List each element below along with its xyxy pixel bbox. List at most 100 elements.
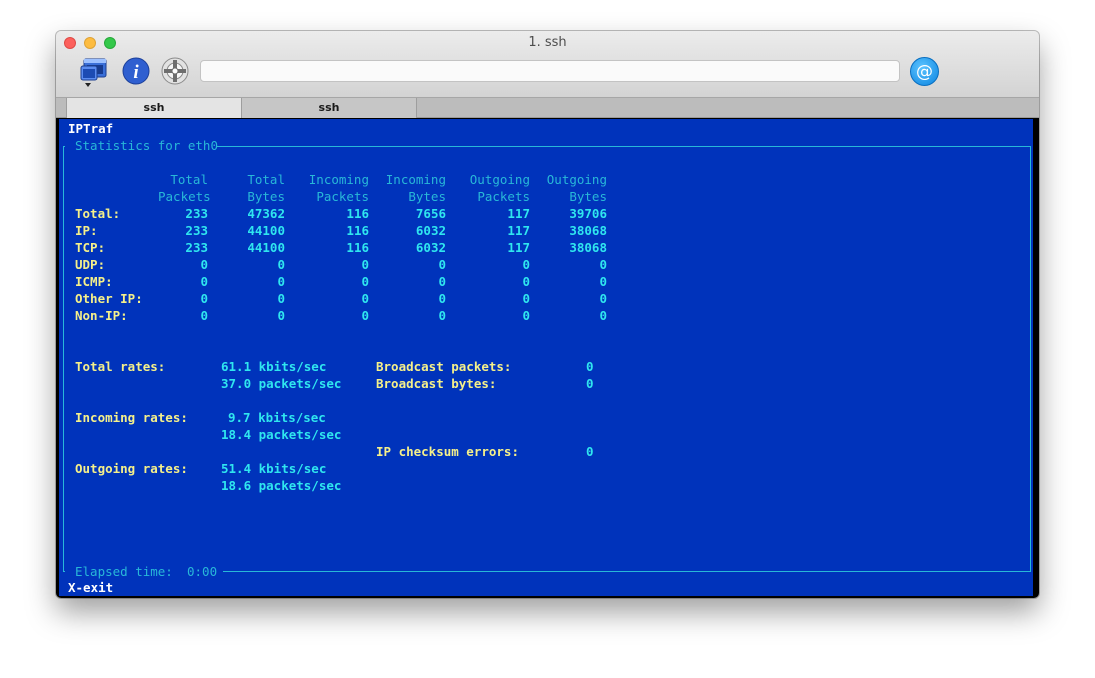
row-label: ICMP: — [75, 274, 113, 289]
new-window-icon[interactable] — [80, 57, 110, 87]
border-right — [1030, 146, 1031, 572]
tab-ssh-1[interactable]: ssh — [66, 98, 242, 118]
cell-outgoing-bytes: 38068 — [569, 240, 607, 255]
tab-bar: ssh ssh — [56, 97, 1039, 118]
elapsed-label: Elapsed time: — [75, 564, 173, 579]
broadcast-bytes-label: Broadcast bytes: — [376, 376, 497, 391]
address-bar[interactable] — [200, 60, 900, 82]
cell-outgoing-bytes: 0 — [599, 308, 607, 323]
cell-incoming-packets: 0 — [361, 257, 369, 272]
cell-outgoing-bytes: 39706 — [569, 206, 607, 221]
at-icon[interactable]: @ — [910, 57, 939, 86]
cell-total-packets: 0 — [200, 257, 208, 272]
app-title: IPTraf — [68, 121, 114, 136]
incoming-rates-kbits: 9.7 kbits/sec — [228, 410, 326, 425]
border-bottom-left — [63, 571, 65, 572]
cell-outgoing-packets: 117 — [507, 223, 530, 238]
cell-incoming-packets: 116 — [346, 223, 369, 238]
cell-outgoing-packets: 0 — [522, 257, 530, 272]
cell-outgoing-packets: 0 — [522, 308, 530, 323]
outgoing-rates-kbits: 51.4 kbits/sec — [221, 461, 327, 476]
cell-outgoing-bytes: 0 — [599, 274, 607, 289]
cell-total-packets: 0 — [200, 291, 208, 306]
broadcast-packets-value: 0 — [586, 359, 594, 374]
title-bar[interactable]: 1. ssh i @ — [56, 31, 1039, 97]
cell-incoming-packets: 0 — [361, 291, 369, 306]
cell-incoming-bytes: 6032 — [415, 223, 446, 238]
cell-outgoing-bytes: 0 — [599, 291, 607, 306]
cell-incoming-bytes: 0 — [438, 274, 446, 289]
info-icon[interactable]: i — [122, 57, 152, 87]
cell-outgoing-packets: 117 — [507, 206, 530, 221]
cell-total-packets: 233 — [185, 223, 208, 238]
svg-text:i: i — [133, 62, 139, 83]
cell-incoming-bytes: 7656 — [415, 206, 446, 221]
row-label: Other IP: — [75, 291, 143, 306]
col-header-outgoing-packets-2: Packets — [477, 189, 530, 204]
elapsed-value: 0:00 — [187, 564, 218, 579]
cell-outgoing-packets: 0 — [522, 291, 530, 306]
cell-incoming-packets: 0 — [361, 308, 369, 323]
cell-total-bytes: 47362 — [247, 206, 285, 221]
cell-total-packets: 233 — [185, 240, 208, 255]
exit-hint: X-exit — [68, 580, 114, 595]
col-header-outgoing-bytes-1: Outgoing — [546, 172, 607, 187]
col-header-total-packets-1: Total — [170, 172, 208, 187]
window-title: 1. ssh — [528, 35, 567, 50]
cell-incoming-bytes: 6032 — [415, 240, 446, 255]
cell-incoming-bytes: 0 — [438, 257, 446, 272]
tab-ssh-2[interactable]: ssh — [242, 98, 417, 118]
cell-total-packets: 233 — [185, 206, 208, 221]
col-header-outgoing-packets-1: Outgoing — [469, 172, 530, 187]
cell-incoming-packets: 116 — [346, 240, 369, 255]
border-bottom — [223, 571, 1031, 572]
panel-title: Statistics for eth0 — [75, 138, 218, 153]
border-top — [216, 146, 1031, 147]
border-left — [63, 146, 64, 572]
col-header-outgoing-bytes-2: Bytes — [569, 189, 607, 204]
cell-total-bytes: 0 — [277, 274, 285, 289]
row-label: TCP: — [75, 240, 106, 255]
row-label: Non-IP: — [75, 308, 128, 323]
cell-outgoing-bytes: 38068 — [569, 223, 607, 238]
cell-total-bytes: 0 — [277, 308, 285, 323]
cell-incoming-packets: 116 — [346, 206, 369, 221]
outgoing-rates-packets: 18.6 packets/sec — [221, 478, 342, 493]
cell-incoming-bytes: 0 — [438, 291, 446, 306]
col-header-total-bytes-1: Total — [247, 172, 285, 187]
broadcast-bytes-value: 0 — [586, 376, 594, 391]
broadcast-packets-label: Broadcast packets: — [376, 359, 512, 374]
col-header-incoming-packets-2: Packets — [316, 189, 369, 204]
cell-total-bytes: 0 — [277, 291, 285, 306]
iptraf-screen[interactable]: IPTraf Statistics for eth0 Elapsed time:… — [59, 119, 1033, 596]
cell-incoming-packets: 0 — [361, 274, 369, 289]
cell-outgoing-packets: 0 — [522, 274, 530, 289]
cell-outgoing-packets: 117 — [507, 240, 530, 255]
cell-total-bytes: 44100 — [247, 240, 285, 255]
row-label: IP: — [75, 223, 98, 238]
cell-incoming-bytes: 0 — [438, 308, 446, 323]
total-rates-kbits: 61.1 kbits/sec — [221, 359, 327, 374]
col-header-incoming-packets-1: Incoming — [308, 172, 369, 187]
incoming-rates-packets: 18.4 packets/sec — [221, 427, 342, 442]
cell-total-bytes: 44100 — [247, 223, 285, 238]
row-label: Total: — [75, 206, 121, 221]
cell-total-packets: 0 — [200, 308, 208, 323]
col-header-incoming-bytes-2: Bytes — [408, 189, 446, 204]
outgoing-rates-label: Outgoing rates: — [75, 461, 188, 476]
incoming-rates-label: Incoming rates: — [75, 410, 188, 425]
row-label: UDP: — [75, 257, 106, 272]
col-header-total-packets-2: Packets — [158, 189, 211, 204]
total-rates-packets: 37.0 packets/sec — [221, 376, 342, 391]
total-rates-label: Total rates: — [75, 359, 166, 374]
cell-total-bytes: 0 — [277, 257, 285, 272]
ip-checksum-errors-label: IP checksum errors: — [376, 444, 519, 459]
cell-outgoing-bytes: 0 — [599, 257, 607, 272]
ip-checksum-errors-value: 0 — [586, 444, 594, 459]
terminal-area[interactable]: IPTraf Statistics for eth0 Elapsed time:… — [56, 118, 1039, 598]
col-header-incoming-bytes-1: Incoming — [385, 172, 446, 187]
col-header-total-bytes-2: Bytes — [247, 189, 285, 204]
terminal-window: 1. ssh i @ ssh ssh IPTraf Statistics for… — [56, 31, 1039, 598]
cell-total-packets: 0 — [200, 274, 208, 289]
network-settings-icon[interactable] — [160, 57, 190, 87]
